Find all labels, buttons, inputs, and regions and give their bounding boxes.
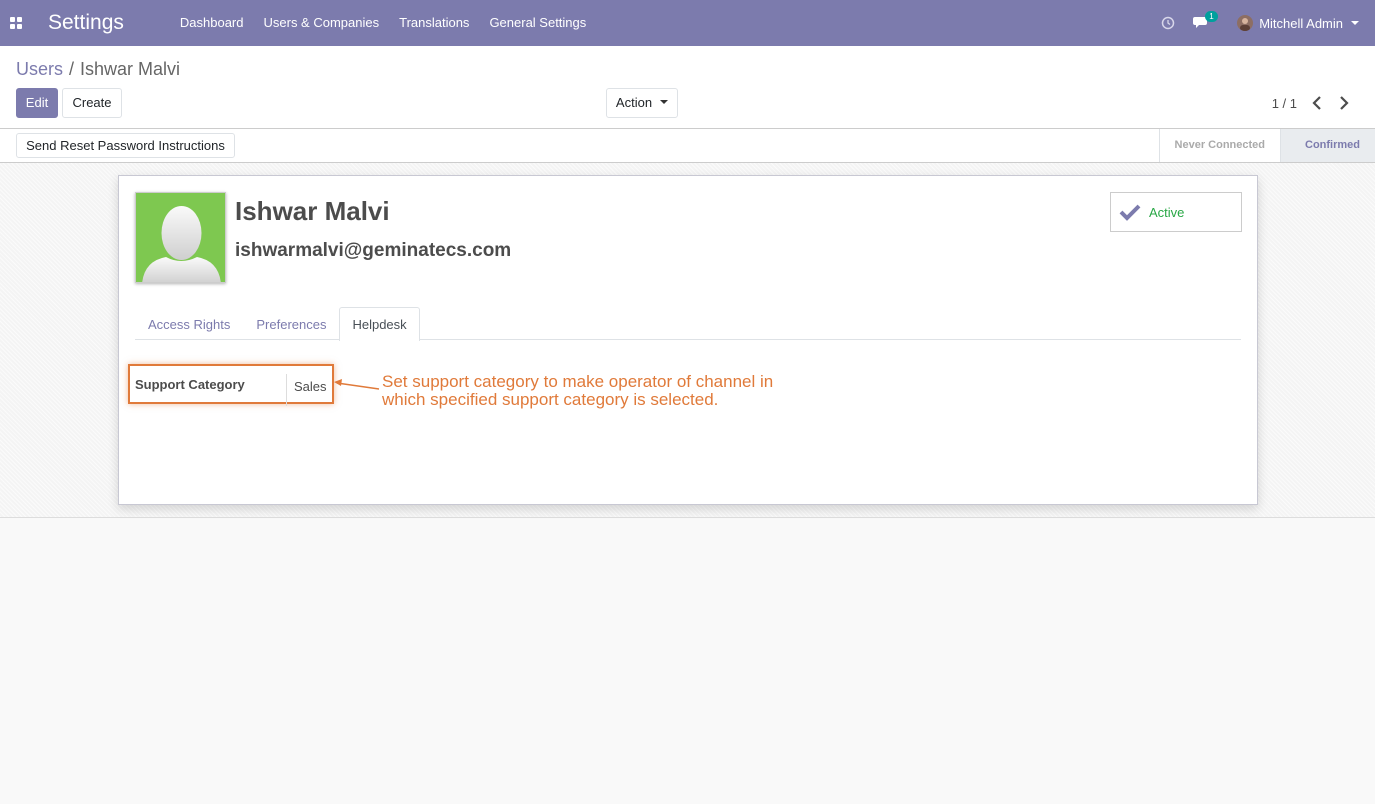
chevron-down-icon	[1351, 21, 1359, 25]
send-reset-password-button[interactable]: Send Reset Password Instructions	[16, 133, 235, 158]
statusbar: Send Reset Password Instructions Never C…	[0, 129, 1375, 163]
create-button[interactable]: Create	[62, 88, 122, 118]
user-name: Mitchell Admin	[1259, 15, 1343, 31]
user-menu[interactable]: Mitchell Admin	[1237, 15, 1359, 31]
field-divider	[286, 374, 287, 406]
chevron-right-icon[interactable]	[1337, 95, 1351, 111]
annotation-arrow-icon	[334, 379, 380, 390]
breadcrumb-separator: /	[69, 59, 75, 79]
status-stages: Never Connected Confirmed	[1158, 129, 1375, 162]
support-category-value[interactable]: Sales	[294, 379, 327, 394]
main-menu: Dashboard Users & Companies Translations…	[170, 0, 596, 46]
check-icon	[1119, 204, 1141, 221]
annotation-text: Set support category to make operator of…	[382, 372, 774, 409]
user-full-name: Ishwar Malvi	[235, 196, 390, 226]
pager-value: 1 / 1	[1271, 96, 1297, 111]
menu-item-dashboard[interactable]: Dashboard	[170, 0, 254, 46]
menu-item-general-settings[interactable]: General Settings	[479, 0, 596, 46]
stage-never-connected: Never Connected	[1158, 129, 1280, 162]
apps-menu-icon[interactable]	[0, 0, 32, 46]
menu-item-translations[interactable]: Translations	[389, 0, 479, 46]
message-count-badge: 1	[1205, 11, 1218, 22]
caret-down-icon	[660, 99, 669, 104]
active-toggle-button[interactable]: Active	[1110, 192, 1242, 232]
edit-button[interactable]: Edit	[16, 88, 58, 118]
user-photo[interactable]	[135, 192, 226, 283]
form-tabs: Access Rights Preferences Helpdesk	[135, 307, 1241, 341]
top-navbar: Settings Dashboard Users & Companies Tra…	[0, 0, 1375, 46]
action-dropdown[interactable]: Action	[606, 88, 678, 118]
user-avatar	[1237, 15, 1254, 31]
messaging-button[interactable]: 1	[1193, 11, 1218, 30]
support-category-field: Support Category Sales	[128, 364, 334, 406]
breadcrumb-current: Ishwar Malvi	[80, 59, 181, 79]
support-category-label: Support Category	[135, 377, 245, 392]
breadcrumb: Users / Ishwar Malvi	[16, 59, 180, 80]
tab-helpdesk[interactable]: Helpdesk	[339, 307, 420, 341]
active-label: Active	[1149, 204, 1185, 220]
user-email: ishwarmalvi@geminatecs.com	[235, 240, 512, 261]
avatar-placeholder-icon	[142, 206, 221, 282]
action-label: Action	[615, 95, 653, 110]
breadcrumb-users[interactable]: Users	[16, 59, 63, 80]
tab-preferences[interactable]: Preferences	[243, 307, 339, 340]
tab-access-rights[interactable]: Access Rights	[135, 307, 243, 340]
stage-confirmed: Confirmed	[1280, 129, 1375, 162]
app-title: Settings	[48, 11, 124, 34]
form-sheet: Ishwar Malvi ishwarmalvi@geminatecs.com …	[118, 175, 1258, 505]
control-panel: Users / Ishwar Malvi Edit Create Action …	[0, 46, 1375, 129]
clock-icon[interactable]	[1161, 16, 1175, 30]
chevron-left-icon[interactable]	[1310, 95, 1324, 111]
menu-item-users-companies[interactable]: Users & Companies	[254, 0, 390, 46]
